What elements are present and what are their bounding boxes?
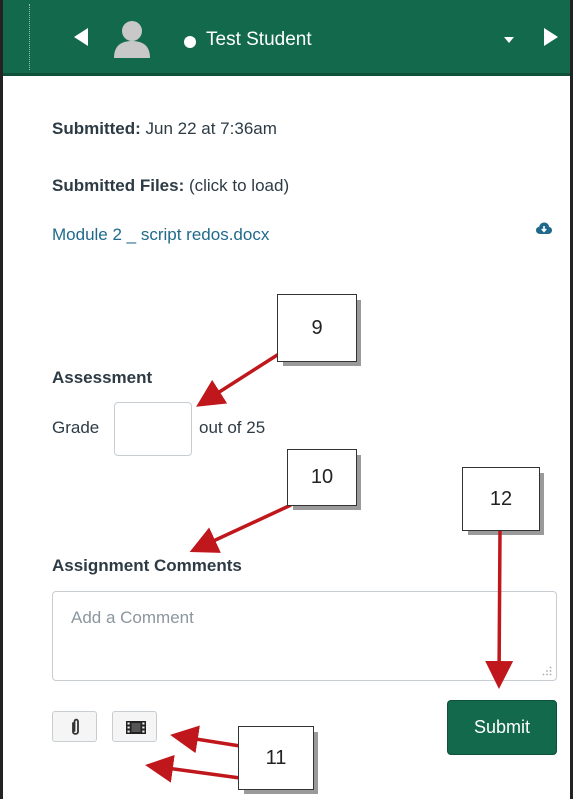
- arrow-to-grade: [196, 350, 283, 407]
- annotation-arrows: [145, 350, 514, 783]
- callout-12: 12: [462, 467, 544, 535]
- arrow-to-comments: [189, 503, 292, 553]
- callout-11: 11: [238, 726, 318, 794]
- callout-10: 10: [287, 449, 361, 510]
- arrow-to-submit: [485, 529, 514, 689]
- arrow-to-media: [170, 725, 241, 754]
- arrow-to-attach: [145, 754, 241, 783]
- callout-9: 9: [277, 294, 361, 366]
